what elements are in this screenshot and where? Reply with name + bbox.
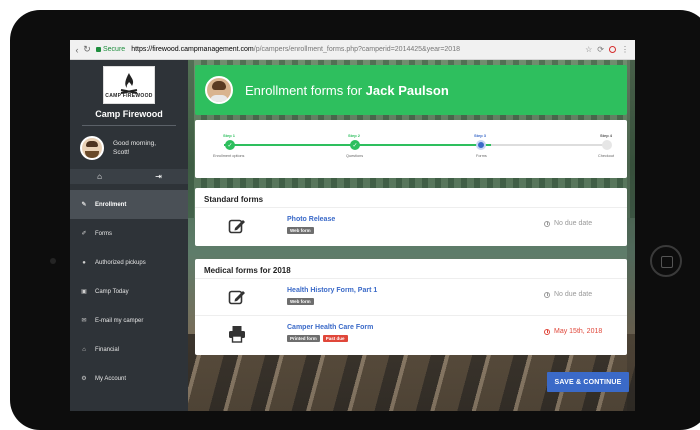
- user-greeting: Good morning, Scott!: [70, 126, 188, 160]
- reload-icon[interactable]: ↻: [82, 44, 92, 55]
- camp-logo: CAMP FIREWOOD: [103, 66, 155, 104]
- opera-icon[interactable]: [609, 46, 616, 53]
- sidebar-item-label: E-mail my camper: [95, 317, 144, 324]
- step-caption: Enrollment options: [213, 154, 245, 158]
- due-date-text: No due date: [554, 291, 593, 298]
- clock-icon: [544, 220, 550, 227]
- form-type-badge: Printed form: [287, 335, 320, 342]
- step-progress: Step 1 ✓ Enrollment options Step 2 ✓ Que…: [195, 120, 627, 178]
- sign-out-icon[interactable]: ⇥: [129, 169, 188, 184]
- camper-name: Jack Paulson: [365, 82, 449, 98]
- home-button[interactable]: [650, 245, 682, 277]
- clock-icon: [544, 328, 550, 335]
- due-date: May 15th, 2018: [544, 328, 602, 335]
- greeting-line: Good morning,: [113, 139, 156, 147]
- sidebar-item-label: Authorized pickups: [95, 259, 146, 266]
- form-type-badge: Web form: [287, 298, 314, 305]
- step-done-check-icon[interactable]: ✓: [350, 140, 360, 150]
- clock-icon: [544, 291, 550, 298]
- sidebar-item-label: Camp Today: [95, 288, 129, 295]
- camp-name: Camp Firewood: [95, 109, 163, 119]
- page-title-prefix: Enrollment forms for: [245, 82, 363, 98]
- extension-icon[interactable]: ⟳: [597, 45, 604, 54]
- back-icon[interactable]: ‹: [72, 45, 82, 55]
- edit-form-icon: [228, 219, 245, 234]
- sidebar-item-forms[interactable]: ✐ Forms: [70, 219, 188, 248]
- envelope-icon: ✉: [81, 318, 87, 324]
- url-path: /p/campers/enrollment_forms.php?camperid…: [253, 46, 460, 53]
- sidebar-menu: ✎ Enrollment ✐ Forms ● Authorized pickup…: [70, 190, 188, 393]
- sidebar-item-camp-today[interactable]: ▣ Camp Today: [70, 277, 188, 306]
- picture-icon: ▣: [81, 289, 87, 295]
- sidebar-quick-actions: ⌂ ⇥: [70, 169, 188, 184]
- sidebar-item-label: My Account: [95, 375, 127, 382]
- step-current-indicator[interactable]: [476, 140, 486, 150]
- form-name-link[interactable]: Camper Health Care Form: [287, 324, 373, 331]
- progress-track-remaining: [491, 144, 611, 146]
- users-icon: ●: [82, 259, 86, 266]
- due-date-text: May 15th, 2018: [554, 328, 603, 335]
- pencil-icon: ✎: [81, 202, 87, 208]
- form-row[interactable]: Photo Release Web form No due date: [195, 208, 627, 244]
- sidebar-item-email-camper[interactable]: ✉ E-mail my camper: [70, 306, 188, 335]
- past-due-badge: Past due: [322, 335, 348, 342]
- menu-icon[interactable]: ⋮: [621, 45, 629, 54]
- scrollbar[interactable]: [627, 60, 635, 411]
- screen: ‹ ↻ Secure https://firewood.campmanageme…: [70, 40, 635, 411]
- form-type-badge: Web form: [287, 227, 314, 234]
- due-date: No due date: [544, 291, 592, 298]
- sidebar-item-label: Forms: [95, 230, 112, 237]
- avatar[interactable]: [80, 136, 104, 160]
- sidebar-item-my-account[interactable]: ⚙ My Account: [70, 364, 188, 393]
- medical-forms-card: Medical forms for 2018 Health History Fo…: [195, 259, 627, 355]
- lock-icon: [96, 47, 101, 52]
- step-todo-indicator[interactable]: [602, 140, 612, 150]
- step-caption: Questions: [346, 154, 364, 158]
- camper-avatar: [205, 76, 233, 104]
- form-name-link[interactable]: Health History Form, Part 1: [287, 287, 377, 294]
- step-label: Step 1: [223, 133, 236, 138]
- sidebar-item-financial[interactable]: ⌂ Financial: [70, 335, 188, 364]
- camera-icon: [50, 258, 56, 264]
- campfire-logo-icon: [120, 72, 138, 94]
- form-row[interactable]: Camper Health Care Form Printed form Pas…: [195, 315, 627, 351]
- url-host: https://firewood.campmanagement.com: [131, 46, 254, 53]
- sidebar: CAMP FIREWOOD Camp Firewood Good morning…: [70, 60, 188, 411]
- page-header: Enrollment forms for Jack Paulson: [195, 65, 627, 115]
- step-done-check-icon[interactable]: ✓: [225, 140, 235, 150]
- form-name-link[interactable]: Photo Release: [287, 216, 335, 223]
- due-date: No due date: [544, 220, 592, 227]
- browser-toolbar: ‹ ↻ Secure https://firewood.campmanageme…: [70, 40, 635, 60]
- secure-label: Secure: [103, 46, 126, 53]
- sidebar-item-label: Enrollment: [95, 201, 127, 208]
- main-content: Enrollment forms for Jack Paulson Step 1…: [188, 60, 635, 411]
- logo-text: CAMP FIREWOOD: [105, 92, 153, 99]
- section-title: Standard forms: [195, 188, 627, 208]
- star-icon[interactable]: ☆: [585, 45, 592, 54]
- page-title: Enrollment forms for Jack Paulson: [245, 83, 449, 98]
- sidebar-item-authorized-pickups[interactable]: ● Authorized pickups: [70, 248, 188, 277]
- address-bar[interactable]: https://firewood.campmanagement.com/p/ca…: [131, 46, 460, 53]
- form-row[interactable]: Health History Form, Part 1 Web form No …: [195, 279, 627, 315]
- step-label: Step 4: [600, 133, 613, 138]
- due-date-text: No due date: [554, 220, 593, 227]
- bank-icon: ⌂: [82, 346, 86, 353]
- printer-icon: [229, 326, 245, 343]
- gear-icon: ⚙: [81, 376, 87, 382]
- step-caption: Checkout: [598, 154, 615, 158]
- sidebar-item-label: Financial: [95, 346, 120, 353]
- save-continue-button[interactable]: SAVE & CONTINUE: [547, 372, 629, 392]
- edit-icon: ✐: [81, 231, 87, 237]
- standard-forms-card: Standard forms Photo Release Web form No…: [195, 188, 627, 246]
- edit-form-icon: [228, 290, 245, 305]
- greeting-name: Scott!: [113, 149, 130, 156]
- section-title: Medical forms for 2018: [195, 259, 627, 279]
- sidebar-item-enrollment[interactable]: ✎ Enrollment: [70, 190, 188, 219]
- home-icon[interactable]: ⌂: [70, 169, 129, 184]
- step-caption: Forms: [476, 154, 487, 158]
- step-label: Step 2: [348, 133, 361, 138]
- step-label: Step 3: [474, 133, 487, 138]
- secure-indicator[interactable]: Secure: [96, 46, 125, 53]
